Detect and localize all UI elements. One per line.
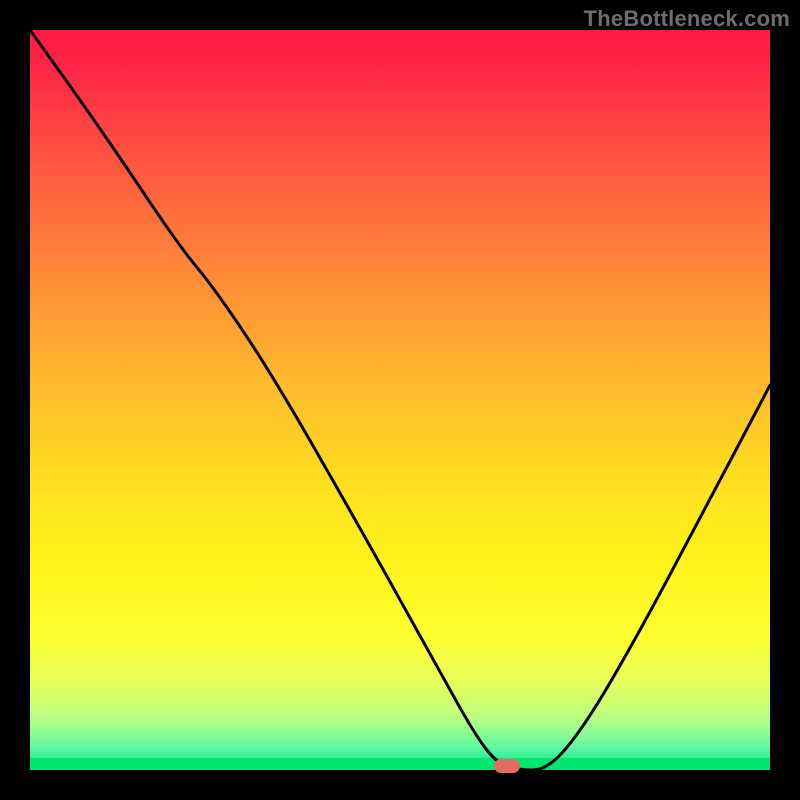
plot-svg [30,30,770,770]
green-band [30,758,770,770]
gradient-bg [30,30,770,770]
optimal-marker [494,759,520,773]
watermark-text: TheBottleneck.com [584,6,790,32]
plot-area [30,30,770,770]
chart-canvas: TheBottleneck.com [0,0,800,800]
